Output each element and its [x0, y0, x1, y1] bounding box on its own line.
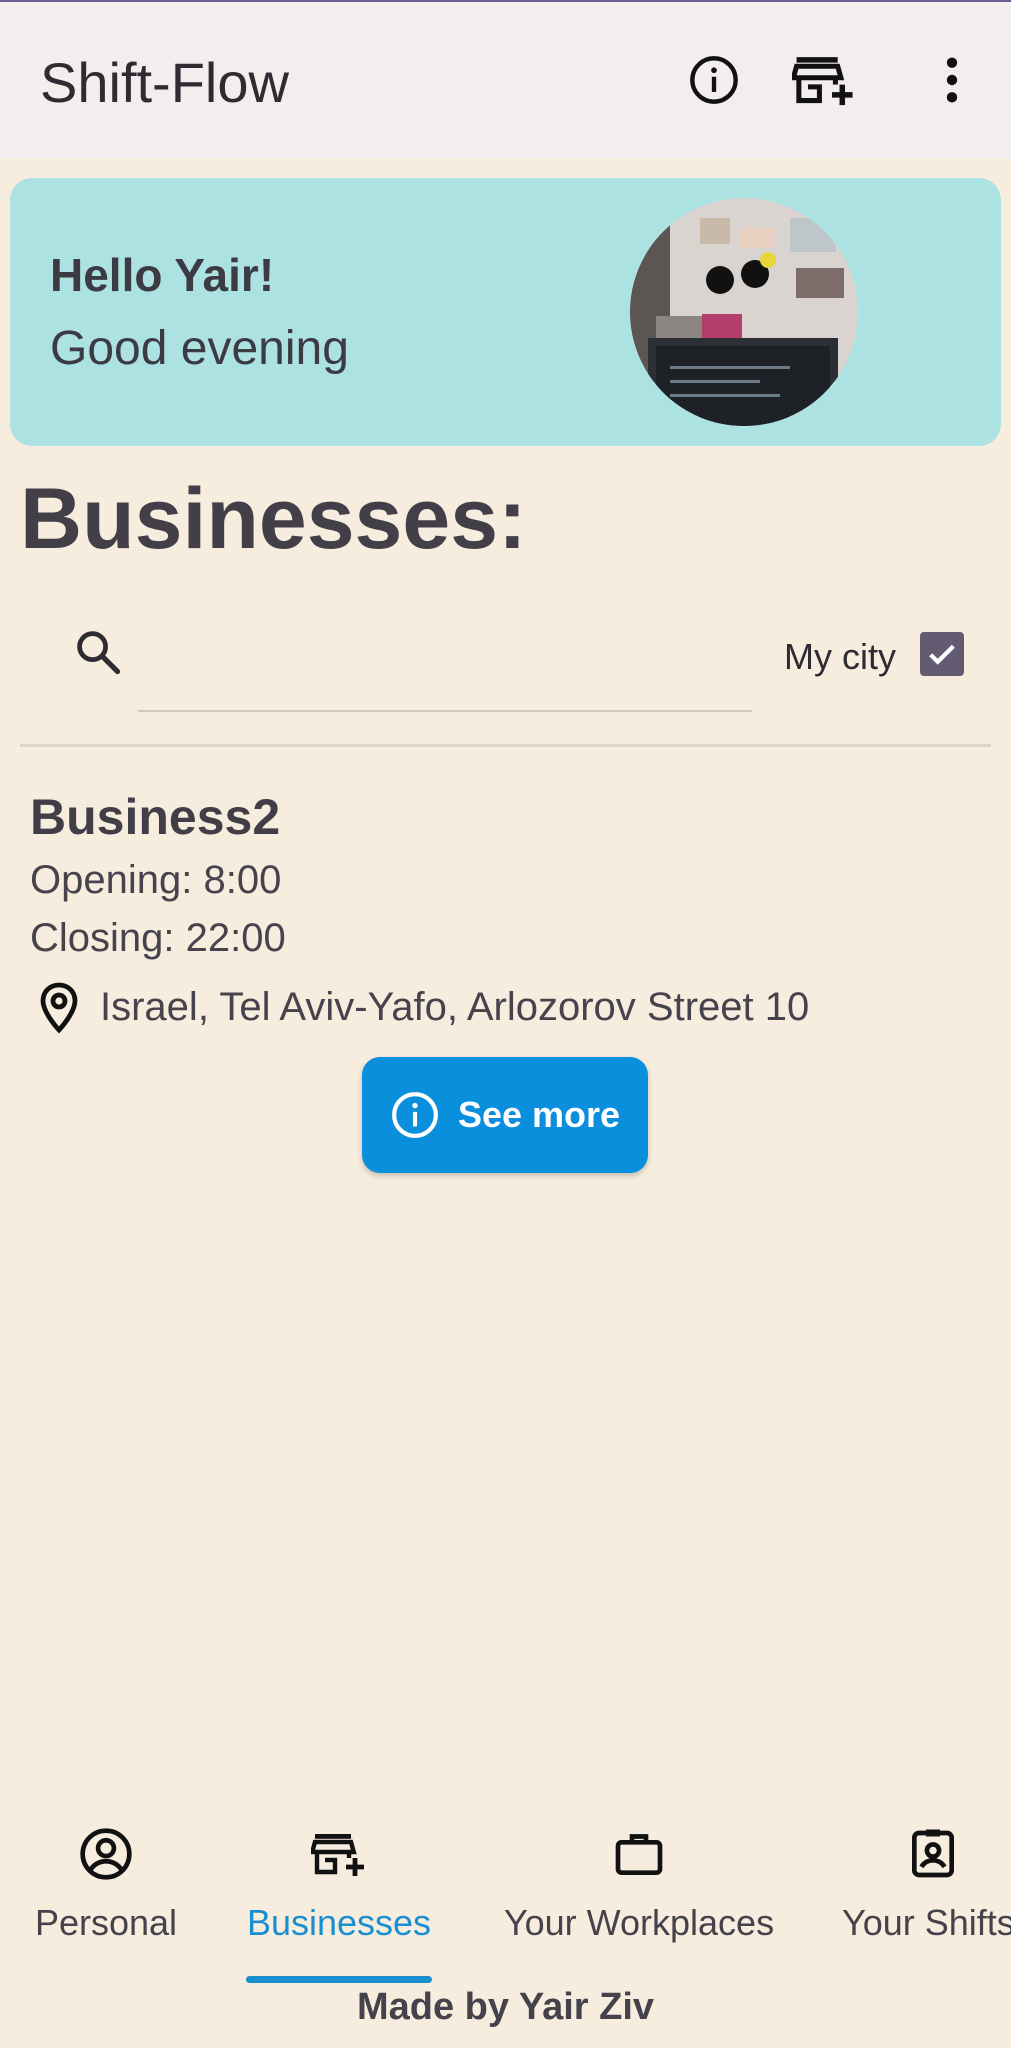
greeting-hello: Hello Yair! — [50, 249, 275, 301]
see-more-label: See more — [457, 1094, 621, 1135]
add-business-icon[interactable] — [792, 48, 856, 112]
footer-credit: Made by Yair Ziv — [356, 1986, 655, 2028]
nav-label: Businesses — [246, 1902, 432, 1943]
info-icon[interactable] — [682, 48, 746, 112]
search-input[interactable] — [138, 620, 752, 712]
app-bar: Shift-Flow — [0, 0, 1011, 158]
nav-label: Your Workplaces — [503, 1902, 775, 1943]
nav-item-businesses[interactable]: Businesses — [236, 1826, 442, 1966]
info-icon — [392, 1092, 438, 1138]
nav-active-indicator — [246, 1976, 432, 1983]
nav-item-workplaces[interactable]: Your Workplaces — [492, 1826, 786, 1966]
greeting-card: Hello Yair! Good evening — [10, 178, 1001, 446]
nav-label: Personal — [34, 1902, 178, 1943]
business-address: Israel, Tel Aviv-Yafo, Arlozorov Street … — [100, 985, 810, 1029]
business-closing: Closing: 22:00 — [30, 916, 286, 960]
check-icon — [929, 644, 955, 665]
business-name: Business2 — [30, 789, 281, 845]
divider — [20, 744, 991, 747]
search-icon[interactable] — [72, 626, 124, 678]
greeting-subtitle: Good evening — [50, 322, 349, 375]
my-city-checkbox[interactable] — [920, 632, 964, 676]
badge-icon — [912, 1829, 954, 1878]
account-circle-icon — [80, 1828, 132, 1880]
see-more-button[interactable]: See more — [362, 1057, 648, 1173]
add-business-icon — [311, 1834, 364, 1876]
more-vert-icon[interactable] — [920, 48, 984, 112]
page-title: Businesses: — [20, 471, 527, 567]
nav-item-personal[interactable]: Personal — [26, 1826, 186, 1966]
app-title: Shift-Flow — [40, 51, 289, 114]
location-pin-icon — [38, 982, 80, 1034]
business-opening: Opening: 8:00 — [30, 858, 282, 902]
nav-item-shifts[interactable]: Your Shifts — [840, 1826, 1011, 1966]
briefcase-icon — [615, 1834, 663, 1875]
my-city-label: My city — [784, 636, 896, 677]
avatar[interactable] — [630, 198, 858, 426]
nav-label: Your Shifts — [842, 1902, 1011, 1943]
